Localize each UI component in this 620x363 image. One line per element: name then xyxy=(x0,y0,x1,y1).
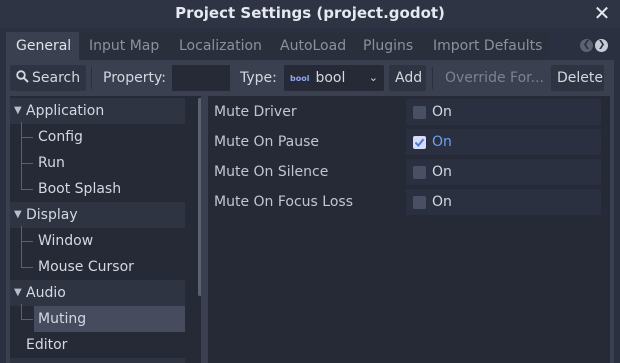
search-label: Search xyxy=(32,70,81,86)
tree-scrollbar[interactable] xyxy=(198,98,201,296)
search-icon xyxy=(16,70,29,83)
tree-label: Muting xyxy=(38,311,87,327)
mute-driver-checkbox[interactable]: On xyxy=(406,99,601,125)
tree-item-config[interactable]: Config xyxy=(10,124,185,150)
property-row-mute-on-pause: Mute On Pause On xyxy=(208,128,604,156)
mute-on-pause-checkbox[interactable]: On xyxy=(406,129,601,155)
tab-input-map[interactable]: Input Map xyxy=(79,32,169,60)
tree-section-next xyxy=(10,358,185,363)
tree-label: Mouse Cursor xyxy=(38,259,134,275)
type-label: Type: xyxy=(240,70,277,86)
title-bar: Project Settings (project.godot) ✕ xyxy=(0,0,620,28)
tree-guide-line xyxy=(21,319,33,320)
override-for-button[interactable]: Override For... xyxy=(439,65,547,91)
tab-plugins[interactable]: Plugins xyxy=(353,32,423,60)
tree-guide-line xyxy=(21,163,33,164)
chevron-down-icon: ▼ xyxy=(14,209,22,220)
tree-guide-line xyxy=(21,189,33,190)
mute-on-silence-checkbox[interactable]: On xyxy=(406,159,601,185)
settings-panel: Search Property: Type: bool bool ⌄ Add O… xyxy=(6,60,614,363)
tab-autoload[interactable]: AutoLoad xyxy=(270,32,353,60)
window-title: Project Settings (project.godot) xyxy=(175,4,445,22)
tree-label: Window xyxy=(38,233,94,249)
property-row-mute-driver: Mute Driver On xyxy=(208,98,604,126)
checkbox-label: On xyxy=(432,164,452,180)
property-row-mute-on-silence: Mute On Silence On xyxy=(208,158,604,186)
tree-label: Display xyxy=(26,207,78,223)
tree-item-mouse-cursor[interactable]: Mouse Cursor xyxy=(10,254,185,280)
tree-label: Editor xyxy=(26,337,68,353)
settings-section-tree: ▼ Application Config Run Boot Splash ▼ D… xyxy=(10,96,201,363)
checkbox-label: On xyxy=(432,194,452,210)
tab-localization[interactable]: Localization xyxy=(169,32,270,60)
checkmark-icon xyxy=(413,136,426,149)
type-select[interactable]: bool bool ⌄ xyxy=(284,65,384,91)
tree-guide-line xyxy=(21,137,33,138)
property-inspector: Mute Driver On Mute On Pause On Mute On … xyxy=(208,96,610,363)
property-name: Mute Driver xyxy=(214,104,297,120)
property-label: Property: xyxy=(103,70,166,86)
chevron-down-icon: ⌄ xyxy=(368,71,378,84)
tree-label: Run xyxy=(38,155,65,171)
tab-import-defaults[interactable]: Import Defaults xyxy=(423,32,548,60)
tree-guide-line xyxy=(21,226,22,267)
tree-section-editor[interactable]: Editor xyxy=(10,332,185,358)
tree-section-audio[interactable]: ▼ Audio xyxy=(10,280,185,306)
tree-section-display[interactable]: ▼ Display xyxy=(10,202,185,228)
delete-button[interactable]: Delete xyxy=(551,65,604,91)
property-row-mute-on-focus-loss: Mute On Focus Loss On xyxy=(208,188,604,216)
chevron-right-icon[interactable]: ❯ xyxy=(595,39,608,52)
tree-guide-line xyxy=(21,122,22,189)
tree-label: Audio xyxy=(26,285,66,301)
tab-scroll-arrows: ❮ ❯ xyxy=(580,39,608,52)
checkbox-label: On xyxy=(432,104,452,120)
tree-guide-line xyxy=(21,267,33,268)
checkbox-icon xyxy=(413,196,426,209)
tree-item-muting[interactable]: Muting xyxy=(34,306,185,332)
checkbox-icon xyxy=(413,166,426,179)
tree-item-boot-splash[interactable]: Boot Splash xyxy=(10,176,185,202)
tree-label: Application xyxy=(26,103,105,119)
close-icon[interactable]: ✕ xyxy=(592,2,612,24)
property-input[interactable] xyxy=(172,65,230,91)
checkbox-label: On xyxy=(432,134,452,150)
chevron-down-icon: ▼ xyxy=(14,287,22,298)
tree-label: Boot Splash xyxy=(38,181,122,197)
search-button[interactable]: Search xyxy=(10,65,86,91)
property-name: Mute On Focus Loss xyxy=(214,194,353,210)
chevron-down-icon: ▼ xyxy=(14,105,22,116)
tree-label: Config xyxy=(38,129,83,145)
tree-guide-line xyxy=(21,304,22,319)
chevron-left-icon[interactable]: ❮ xyxy=(580,39,593,52)
toolbar: Search Property: Type: bool bool ⌄ Add O… xyxy=(6,60,614,96)
tab-general[interactable]: General xyxy=(6,32,79,60)
property-name: Mute On Silence xyxy=(214,164,329,180)
tab-bar: General Input Map Localization AutoLoad … xyxy=(6,32,614,60)
toolbar-separator xyxy=(91,67,92,89)
tree-section-application[interactable]: ▼ Application xyxy=(10,98,185,124)
tree-item-window[interactable]: Window xyxy=(10,228,185,254)
add-button[interactable]: Add xyxy=(389,65,426,91)
checkbox-icon xyxy=(413,106,426,119)
tree-guide-line xyxy=(21,241,33,242)
bool-type-icon: bool xyxy=(290,73,310,83)
toolbar-separator xyxy=(432,67,433,89)
type-value: bool xyxy=(315,70,346,86)
tree-item-run[interactable]: Run xyxy=(10,150,185,176)
mute-on-focus-loss-checkbox[interactable]: On xyxy=(406,189,601,215)
property-name: Mute On Pause xyxy=(214,134,320,150)
